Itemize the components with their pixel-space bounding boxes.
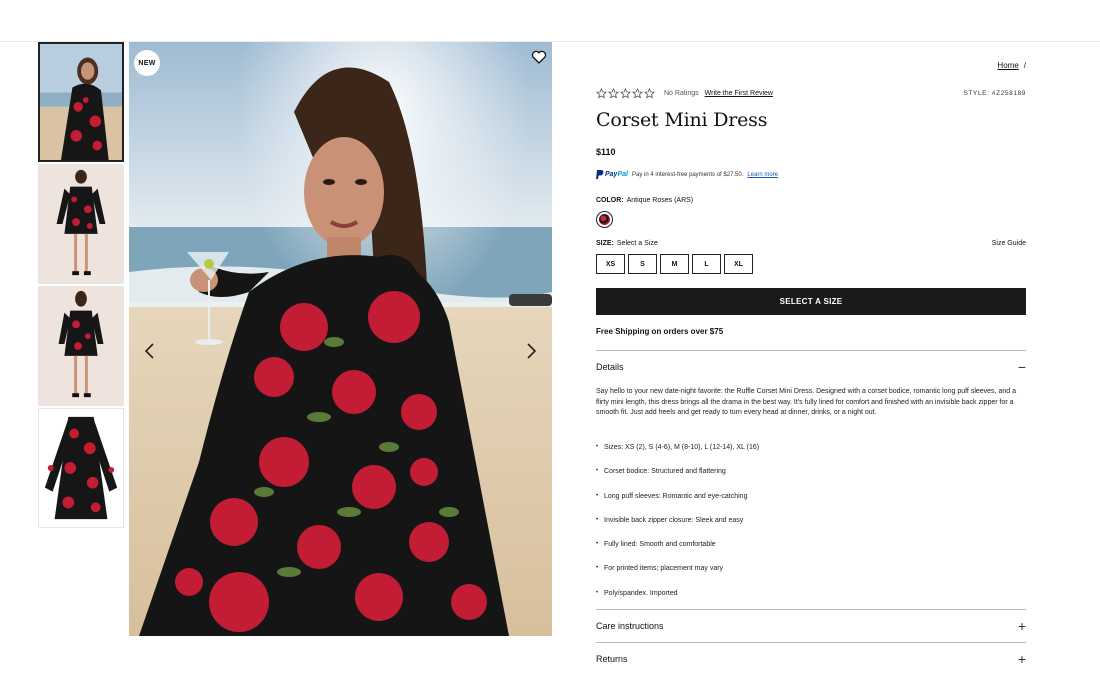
thumbnail-strip [38,42,124,530]
returns-title: Returns [596,654,628,664]
size-button-s[interactable]: S [628,254,657,274]
divider [596,350,1026,351]
expand-plus-icon: + [1017,651,1026,667]
list-item: • Invisible back zipper closure: Sleek an… [596,516,744,524]
prev-image-arrow-icon[interactable] [143,342,157,360]
write-review-link[interactable]: Write the First Review [705,90,773,97]
list-item: • Fully lined: Smooth and comfortable [596,541,716,549]
returns-accordion-header[interactable]: Returns + [596,651,1026,667]
details-accordion-header[interactable]: Details − [596,359,1026,375]
details-description: Say hello to your new date-night favorit… [596,388,1016,416]
select-size-button[interactable]: SELECT A SIZE [596,288,1026,315]
list-item: • Corset bodice: Structured and flatterin… [596,468,726,476]
style-code: STYLE: #Z258189 [963,90,1026,97]
paypal-installments: Pay Pal Pay in 4 interest-free payments o… [596,170,778,179]
color-swatch-antique-roses[interactable] [596,211,613,228]
list-item: • Long puff sleeves: Romantic and eye-cat… [596,492,748,500]
paypal-text: Pay in 4 interest-free payments of $27.5… [631,171,744,178]
star-empty-icon [608,88,619,99]
color-value: Antique Roses (ARS) [626,197,694,204]
size-options: XS S M L XL [596,254,753,274]
care-instructions-accordion-header[interactable]: Care instructions + [596,618,1026,634]
beach-model-photo [129,42,552,636]
size-button-l[interactable]: L [692,254,721,274]
size-button-xl[interactable]: XL [724,254,753,274]
new-badge: NEW [134,50,160,76]
list-item: • Sizes: XS (2), S (4-6), M (8-10), L (12… [596,444,760,451]
star-empty-icon [632,88,643,99]
wishlist-heart-icon[interactable] [531,49,547,65]
rating-stars [596,88,655,99]
star-empty-icon [596,88,607,99]
size-guide-link[interactable]: Size Guide [992,240,1026,247]
care-instructions-title: Care instructions [596,621,664,631]
paypal-logo-icon: Pay Pal [596,170,628,179]
breadcrumb-separator: / [1023,61,1026,70]
list-item: • For printed items; placement may vary [596,565,724,573]
next-image-arrow-icon[interactable] [524,342,538,360]
product-price: $110 [596,147,616,157]
star-empty-icon [644,88,655,99]
list-item: • Poly/spandex. Imported [596,589,678,597]
no-ratings-text: No Ratings [664,90,699,97]
collapse-minus-icon: − [1017,359,1026,375]
divider [596,609,1026,610]
details-title: Details [596,362,624,372]
rating-row: No Ratings Write the First Review STYLE:… [596,88,1026,99]
breadcrumb: Home / [997,61,1026,70]
size-button-xs[interactable]: XS [596,254,625,274]
thumbnail-flat[interactable] [38,408,124,528]
size-button-m[interactable]: M [660,254,689,274]
product-title: Corset Mini Dress [596,109,768,131]
thumbnail-front[interactable] [38,164,124,284]
size-value: Select a Size [616,240,658,247]
main-product-image[interactable]: NEW [129,42,552,636]
star-empty-icon [620,88,631,99]
details-bullet-list: • Sizes: XS (2), S (4-6), M (8-10), L (12… [596,444,1026,614]
thumbnail-beach[interactable] [38,42,124,162]
expand-plus-icon: + [1017,618,1026,634]
size-label: SIZE: Select a Size Size Guide [596,240,1026,247]
paypal-learn-more-link[interactable]: Learn more [747,172,778,178]
free-shipping-text: Free Shipping on orders over $75 [596,327,724,336]
color-label: COLOR: Antique Roses (ARS) [596,197,694,204]
top-bar [0,0,1100,42]
breadcrumb-home-link[interactable]: Home [997,61,1018,70]
thumbnail-back[interactable] [38,286,124,406]
divider [596,642,1026,643]
